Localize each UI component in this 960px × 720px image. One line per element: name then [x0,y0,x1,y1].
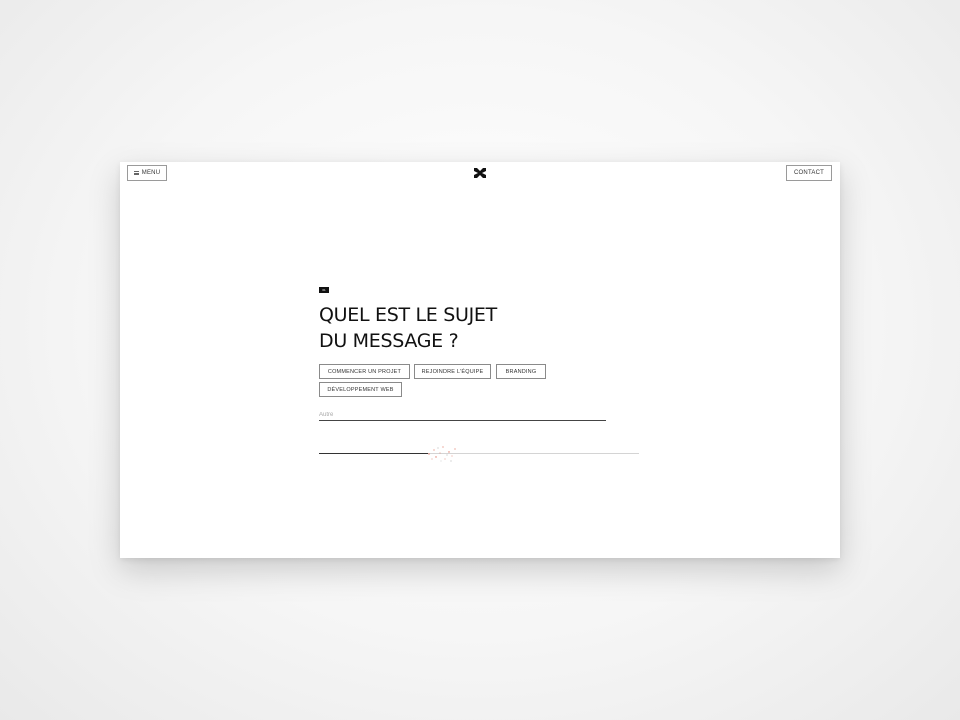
step-badge: 01 [319,287,329,293]
question-title: QUEL EST LE SUJET DU MESSAGE ? [319,302,497,354]
brand-logo-icon[interactable] [474,168,486,178]
contact-button-label: CONTACT [794,170,824,176]
question-title-line-1: QUEL EST LE SUJET [319,304,497,326]
browser-viewport: MENU CONTACT 01 QUEL EST LE SUJET DU MES… [120,162,840,558]
contact-button[interactable]: CONTACT [786,165,832,181]
hamburger-icon [133,171,139,175]
progress-fill [319,453,428,454]
menu-button-label: MENU [141,170,161,176]
menu-button[interactable]: MENU [127,165,167,181]
sparkle-decoration [428,446,456,462]
other-subject-input[interactable] [319,409,606,421]
question-title-line-2: DU MESSAGE ? [319,330,459,352]
option-rejoindre-l-equipe[interactable]: REJOINDRE L'ÉQUIPE [414,364,491,379]
option-branding[interactable]: BRANDING [496,364,546,379]
option-developpement-web[interactable]: DÉVELOPPEMENT WEB [319,382,402,397]
option-commencer-un-projet[interactable]: COMMENCER UN PROJET [319,364,410,379]
form-progress-bar [319,453,639,455]
